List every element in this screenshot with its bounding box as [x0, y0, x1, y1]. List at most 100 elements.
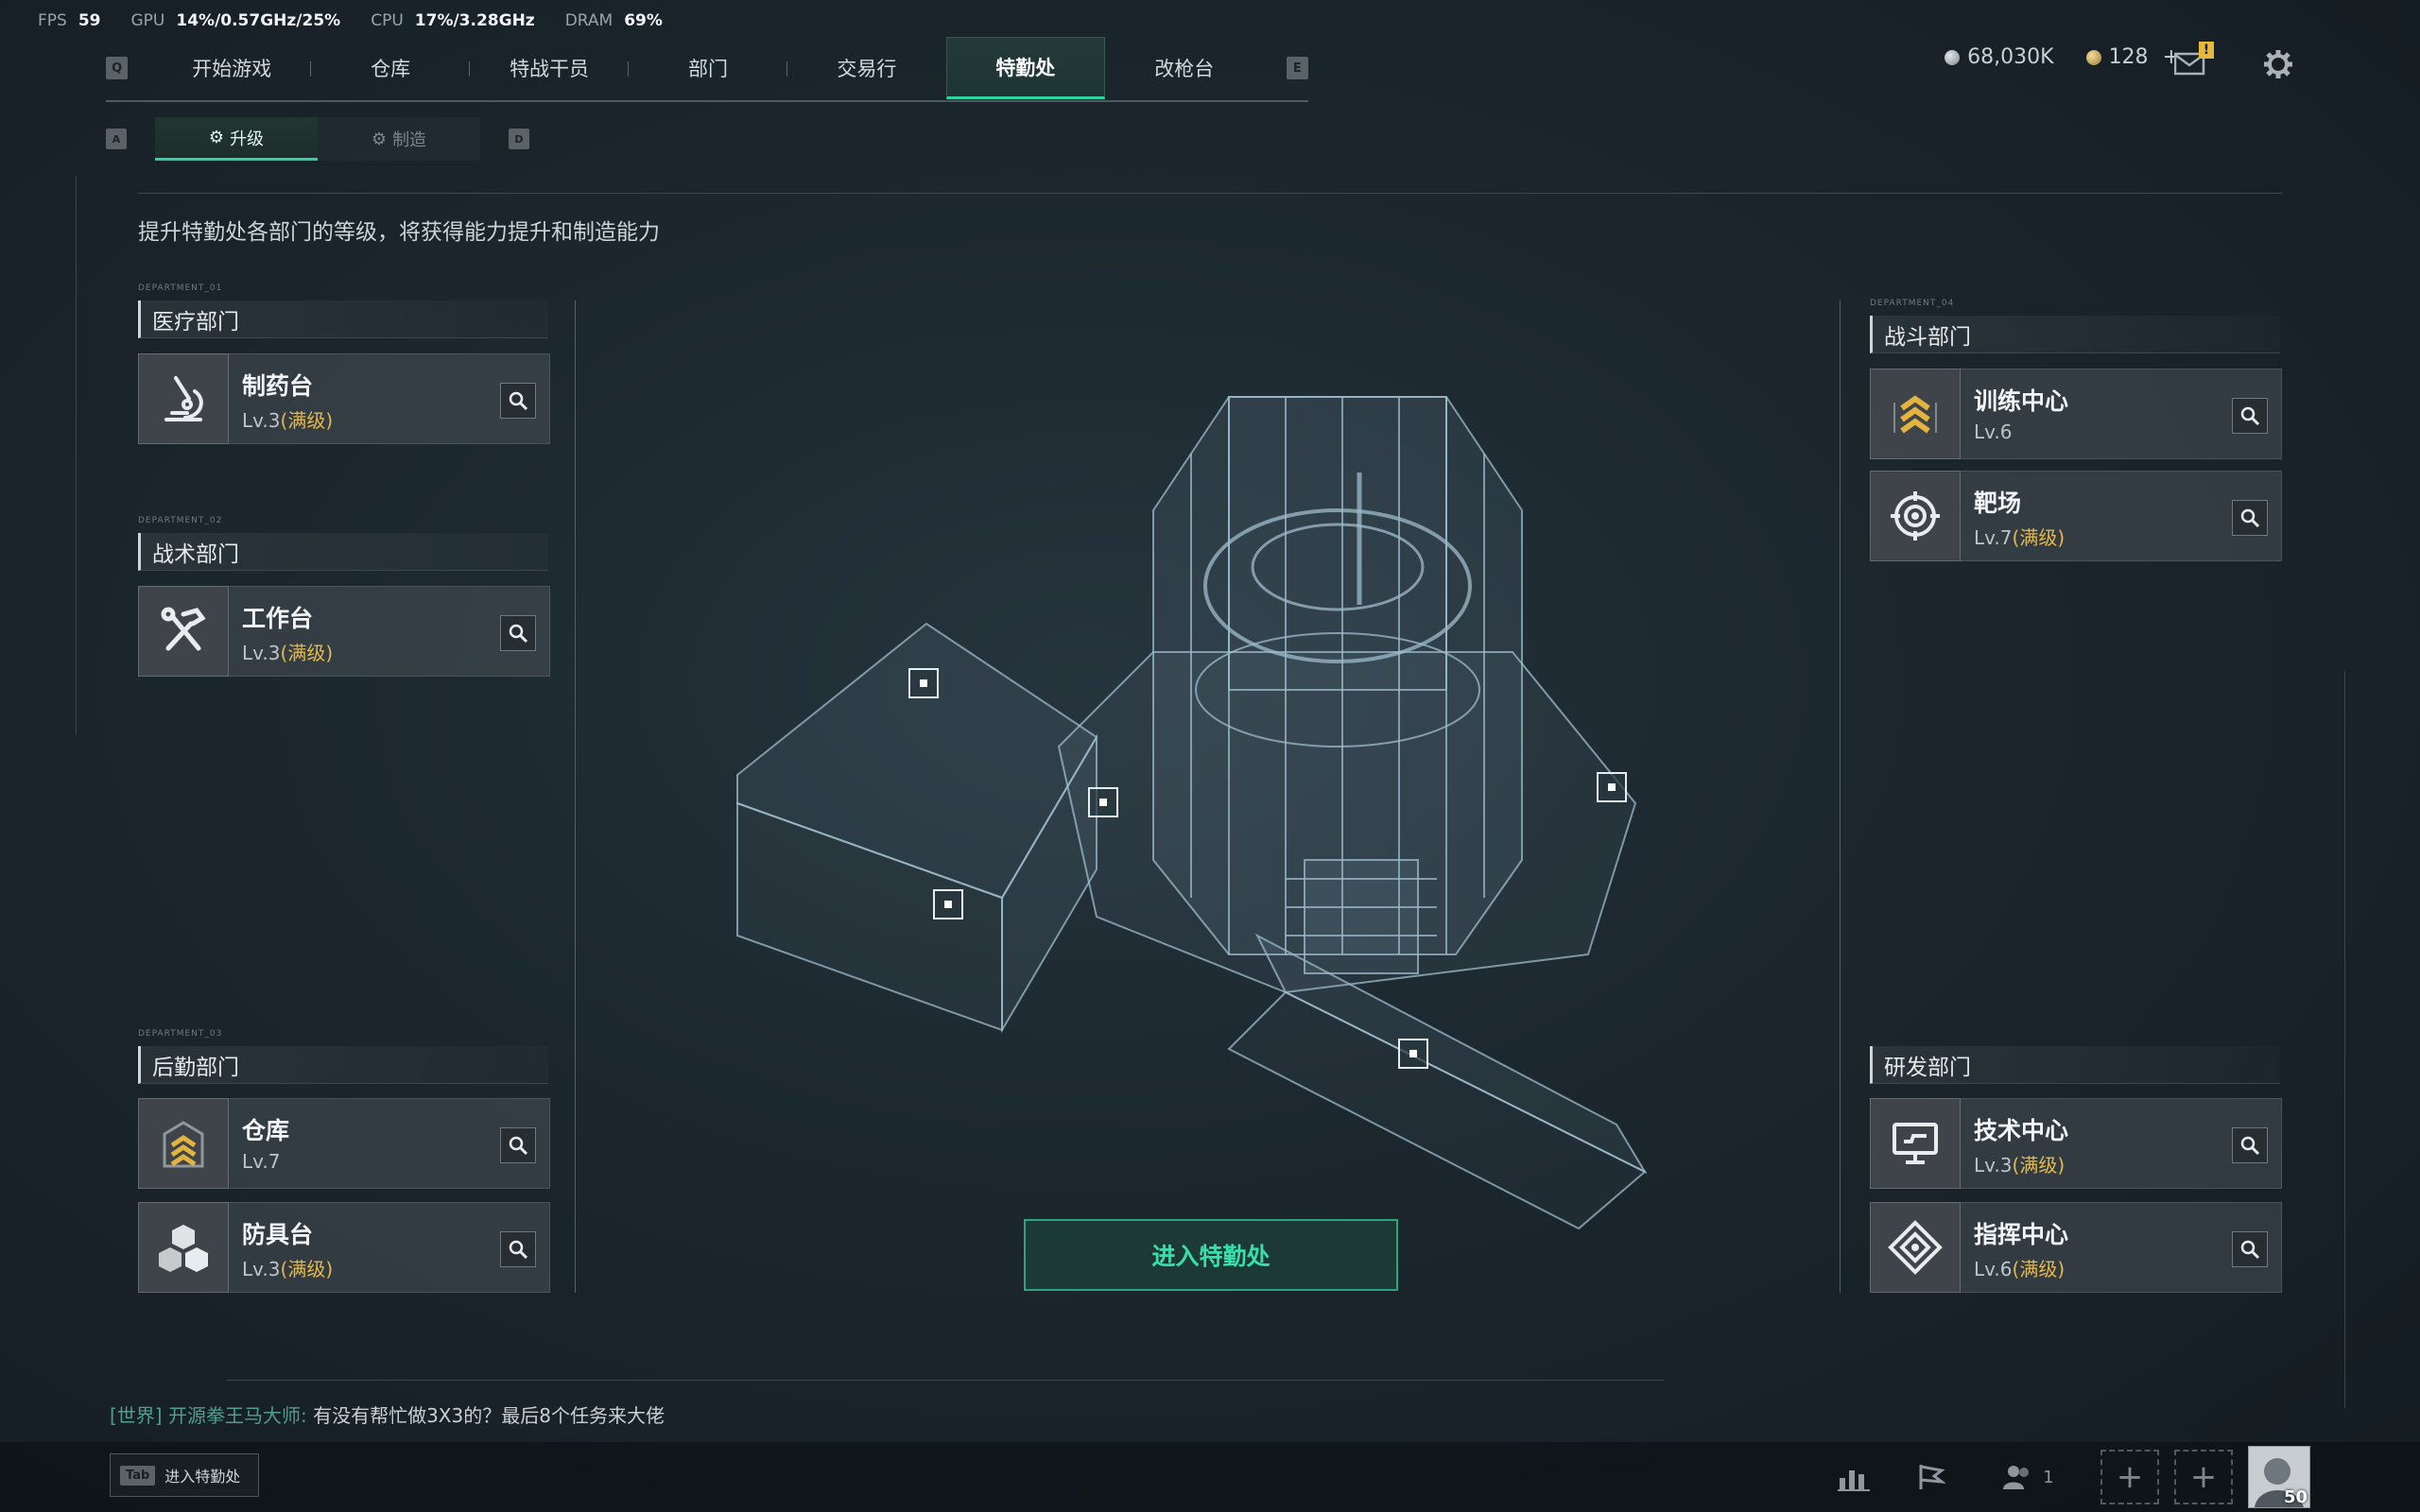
- player-avatar[interactable]: 50: [2248, 1446, 2310, 1508]
- chat-channel: [世界]: [110, 1404, 163, 1427]
- gpu-label: GPU: [130, 11, 165, 30]
- performance-overlay: FPS 59 GPU 14%/0.57GHz/25% CPU 17%/3.28GHz …: [38, 11, 693, 30]
- maxed-badge: (满级): [280, 642, 334, 664]
- search-icon: [2240, 1240, 2260, 1260]
- maxed-badge: (满级): [280, 409, 334, 432]
- upgrade-gear-icon: ⚙: [208, 128, 225, 147]
- tab-department[interactable]: 部门: [629, 37, 787, 99]
- main-nav: Q 开始游戏 仓库 特战干员 部门 交易行 特勤处 改枪台 E: [106, 36, 1308, 102]
- inspect-button[interactable]: [500, 1231, 536, 1267]
- inspect-button[interactable]: [2232, 500, 2268, 536]
- facility-level: Lv.7: [242, 1150, 281, 1173]
- dram-label: DRAM: [564, 11, 614, 30]
- diamond-emblem-icon: [1870, 1202, 1961, 1293]
- bond-amount: 128: [2108, 45, 2149, 69]
- tab-start-game[interactable]: 开始游戏: [152, 37, 312, 99]
- subtab-craft[interactable]: ⚙ 制造: [318, 117, 480, 161]
- gear-icon: [2264, 50, 2292, 78]
- tab-key-hint[interactable]: Tab 进入特勤处: [110, 1453, 259, 1497]
- bar-chart-icon: [1838, 1470, 1870, 1491]
- facility-card-tech-center[interactable]: 技术中心 Lv.3(满级): [1870, 1098, 2282, 1189]
- warehouse-chevron-icon: [138, 1098, 229, 1189]
- cubes-icon: [138, 1202, 229, 1293]
- facility-card-training-center[interactable]: 训练中心 Lv.6: [1870, 369, 2282, 459]
- search-icon: [2240, 508, 2260, 528]
- department-tag: DEPARTMENT_04: [1870, 299, 1955, 308]
- gpu-value: 14%/0.57GHz/25%: [176, 11, 341, 30]
- settings-button[interactable]: [2263, 49, 2292, 78]
- add-teammate-slot[interactable]: +: [2174, 1450, 2233, 1504]
- tab-gunsmith[interactable]: 改枪台: [1105, 37, 1264, 99]
- department-tag: DEPARTMENT_03: [138, 1029, 223, 1039]
- next-tab-key-hint[interactable]: E: [1286, 57, 1308, 79]
- squad-count: 1: [2043, 1467, 2054, 1487]
- department-title-logistics: 后勤部门: [138, 1046, 548, 1084]
- subtab-upgrade[interactable]: ⚙ 升级: [155, 117, 318, 161]
- inspect-button[interactable]: [2232, 1231, 2268, 1267]
- notification-badge: !: [2199, 42, 2214, 59]
- flag-icon: [1919, 1465, 1945, 1489]
- hud-frame-line: [76, 176, 77, 735]
- facility-card-warehouse[interactable]: 仓库 Lv.7: [138, 1098, 550, 1189]
- facility-level: Lv.3: [242, 409, 281, 432]
- target-icon: [1870, 471, 1961, 561]
- tab-hint-label: 进入特勤处: [164, 1468, 241, 1486]
- department-title-combat: 战斗部门: [1870, 316, 2280, 353]
- stats-button[interactable]: [1824, 1450, 1883, 1504]
- inspect-button[interactable]: [2232, 398, 2268, 434]
- dram-value: 69%: [624, 11, 663, 30]
- avatar-level: 50: [2283, 1487, 2308, 1507]
- add-teammate-slot[interactable]: +: [2100, 1450, 2159, 1504]
- inspect-button[interactable]: [500, 1127, 536, 1163]
- facility-card-command-center[interactable]: 指挥中心 Lv.6(满级): [1870, 1202, 2282, 1293]
- cpu-label: CPU: [371, 11, 404, 30]
- fps-label: FPS: [38, 11, 67, 30]
- silver-coin-icon: [1945, 50, 1961, 65]
- facility-card-workbench[interactable]: 工作台 Lv.3(满级): [138, 586, 550, 677]
- tab-key: Tab: [120, 1465, 156, 1486]
- search-icon: [509, 624, 528, 644]
- department-tag: DEPARTMENT_01: [138, 284, 223, 293]
- fps-value: 59: [78, 11, 101, 30]
- tab-trading[interactable]: 交易行: [787, 37, 946, 99]
- chat-user[interactable]: 开源拳王马大师:: [168, 1404, 307, 1427]
- facility-level: Lv.3: [1974, 1154, 2013, 1177]
- facility-card-armor-bench[interactable]: 防具台 Lv.3(满级): [138, 1202, 550, 1293]
- sub-tabs: A ⚙ 升级 ⚙ 制造 D: [106, 117, 529, 161]
- squad-button[interactable]: 1: [1995, 1450, 2061, 1504]
- chat-message: 有没有帮忙做3X3的？最后8个任务来大佬: [313, 1404, 665, 1427]
- enter-special-ops-button[interactable]: 进入特勤处: [1024, 1219, 1398, 1291]
- prev-tab-key-hint[interactable]: Q: [106, 57, 129, 79]
- facility-level: Lv.6: [1974, 421, 2013, 443]
- bond-balance[interactable]: 128 +: [2085, 45, 2180, 69]
- search-icon: [2240, 1136, 2260, 1156]
- subtab-upgrade-label: 升级: [230, 129, 265, 149]
- inspect-button[interactable]: [2232, 1127, 2268, 1163]
- facility-card-shooting-range[interactable]: 靶场 Lv.7(满级): [1870, 471, 2282, 561]
- users-icon: [2003, 1466, 2030, 1489]
- search-icon: [509, 1136, 528, 1156]
- inspect-button[interactable]: [500, 615, 536, 651]
- hud-frame-line: [227, 1380, 1664, 1381]
- search-icon: [509, 1240, 528, 1260]
- rank-chevron-icon: [1870, 369, 1961, 459]
- flag-button[interactable]: [1902, 1450, 1961, 1504]
- maxed-badge: (满级): [280, 1258, 334, 1280]
- chat-line[interactable]: [世界] 开源拳王马大师: 有没有帮忙做3X3的？最后8个任务来大佬: [110, 1400, 665, 1428]
- coin-balance[interactable]: 68,030K: [1945, 45, 2054, 69]
- next-subtab-key-hint[interactable]: D: [509, 129, 529, 149]
- subtab-craft-label: 制造: [392, 130, 427, 150]
- tab-special-ops[interactable]: 特勤处: [945, 37, 1105, 99]
- prev-subtab-key-hint[interactable]: A: [106, 129, 127, 149]
- tab-operators[interactable]: 特战干员: [470, 37, 629, 99]
- inspect-button[interactable]: [500, 383, 536, 419]
- department-title-tactical: 战术部门: [138, 533, 548, 571]
- tab-warehouse[interactable]: 仓库: [311, 37, 471, 99]
- coin-amount: 68,030K: [1967, 45, 2054, 69]
- department-title-medical: 医疗部门: [138, 301, 548, 338]
- mail-button[interactable]: !: [2173, 42, 2214, 76]
- plus-icon: +: [2189, 1458, 2218, 1496]
- facility-level: Lv.6: [1974, 1258, 2013, 1280]
- facility-card-pharmacy[interactable]: 制药台 Lv.3(满级): [138, 353, 550, 444]
- divider: [138, 193, 2282, 194]
